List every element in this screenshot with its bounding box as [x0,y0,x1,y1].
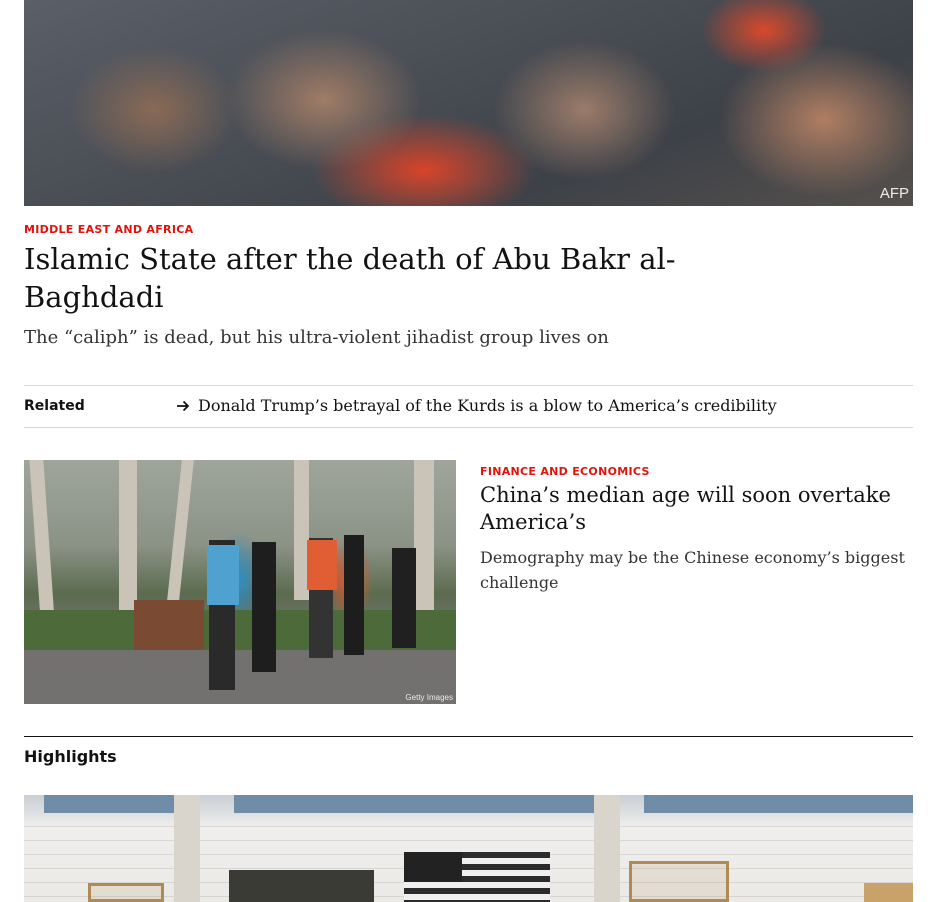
arrow-right-icon [177,400,190,411]
related-bar: Related Donald Trump’s betrayal of the K… [24,385,913,428]
related-label: Related [24,398,85,414]
story2-rubric: Demography may be the Chinese economy’s … [480,545,905,595]
top-story-headline[interactable]: Islamic State after the death of Abu Bak… [24,240,676,316]
story2-image[interactable]: Getty Images [24,460,456,704]
related-article-title: Donald Trump’s betrayal of the Kurds is … [198,396,777,415]
flag-artwork [404,852,550,902]
story2-kicker[interactable]: Finance and economics [480,465,650,478]
image-credit: AFP [879,185,909,202]
top-story-kicker[interactable]: Middle East and Africa [24,223,193,236]
top-story-rubric: The “caliph” is dead, but his ultra-viol… [24,327,609,348]
top-story-image[interactable]: AFP [24,0,913,206]
section-divider [24,736,913,737]
story2-headline-line2: America’s [480,510,586,534]
top-story-headline-line2: Baghdadi [24,280,164,314]
top-story-headline-line1: Islamic State after the death of Abu Bak… [24,242,676,276]
story2-rubric-line2: challenge [480,573,559,592]
highlights-heading: Highlights [24,747,117,766]
story2-headline[interactable]: China’s median age will soon overtake Am… [480,482,891,536]
story2-headline-line1: China’s median age will soon overtake [480,483,891,507]
related-article-link[interactable]: Donald Trump’s betrayal of the Kurds is … [176,396,777,415]
story2-rubric-line1: Demography may be the Chinese economy’s … [480,548,905,567]
image-credit: Getty Images [405,693,453,702]
highlight-image[interactable] [24,795,913,902]
